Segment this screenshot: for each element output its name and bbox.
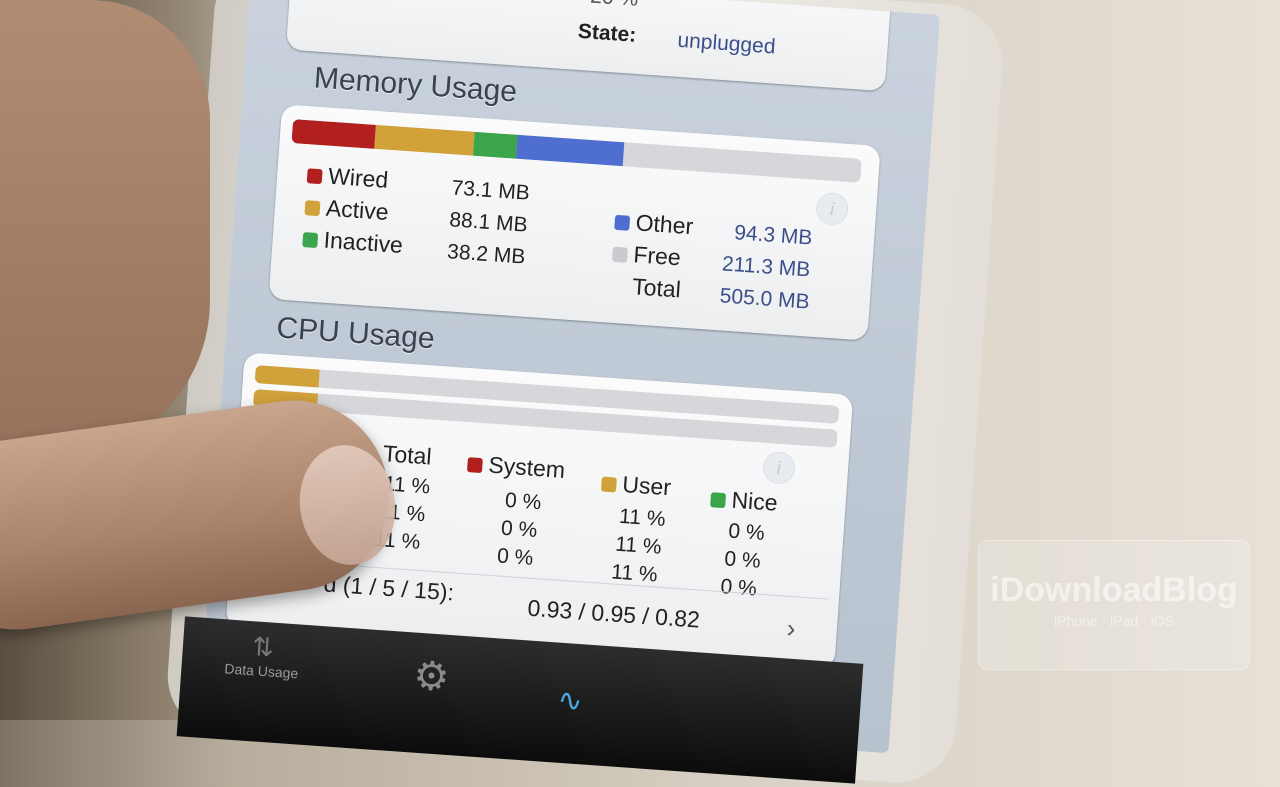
legend-other: Other	[614, 208, 694, 240]
other-value: 94.3 MB	[733, 221, 814, 250]
system-swatch	[466, 457, 483, 474]
memory-panel: i Wired Active Inactive 73.1 MB 88.1 MB …	[268, 104, 881, 341]
free-value: 211.3 MB	[721, 252, 811, 282]
legend-other-label: Other	[634, 209, 695, 240]
cpu-header-system-label: System	[487, 451, 566, 483]
cpu-title: CPU Usage	[275, 311, 436, 356]
inactive-swatch	[302, 232, 319, 249]
watermark-brand: iDownloadBlog	[990, 571, 1238, 609]
activity-icon: ∿	[556, 683, 584, 719]
cpu-row2-system: 0 %	[500, 516, 539, 543]
memory-title: Memory Usage	[312, 61, 519, 109]
nice-swatch	[710, 492, 727, 509]
cpu-row1-system: 0 %	[504, 488, 542, 515]
memory-segment-other	[516, 134, 625, 167]
legend-wired-label: Wired	[327, 162, 390, 193]
cpu-row2-nice: 0 %	[723, 547, 762, 573]
memory-segment-inactive	[472, 131, 518, 159]
active-swatch	[304, 200, 321, 217]
cpu-header-user-label: User	[621, 470, 672, 501]
battery-state-value: unplugged	[676, 28, 777, 59]
inactive-value: 38.2 MB	[446, 240, 527, 269]
wired-value: 73.1 MB	[450, 176, 531, 205]
watermark-tagline: iPhone · iPad · iOS	[1054, 613, 1174, 629]
legend-active: Active	[304, 193, 389, 226]
free-swatch	[611, 246, 628, 263]
tab-activity[interactable]: ∿	[529, 681, 611, 721]
cpu-header-nice: Nice	[710, 485, 779, 517]
tab-data-usage[interactable]: ⇅ Data Usage	[201, 628, 324, 683]
load-average-value: 0.93 / 0.95 / 0.82	[526, 594, 701, 633]
cpu-row2-user: 11 %	[614, 532, 663, 559]
cpu-row1-nice: 0 %	[727, 519, 766, 545]
legend-total: Total	[631, 273, 682, 303]
user-swatch	[600, 476, 617, 493]
legend-inactive: Inactive	[302, 225, 404, 259]
memory-segment-wired	[291, 119, 376, 149]
tab-settings[interactable]: ⚙	[390, 651, 473, 702]
gear-icon: ⚙	[411, 653, 451, 700]
watermark: iDownloadBlog iPhone · iPad · iOS	[978, 540, 1250, 670]
hand	[0, 0, 210, 460]
battery-state-label: State:	[577, 19, 637, 47]
legend-free: Free	[611, 240, 682, 272]
cpu-info-icon[interactable]: i	[761, 450, 797, 485]
wired-swatch	[306, 168, 323, 185]
battery-level: 20 %	[590, 0, 639, 12]
cpu-header-total: Total	[382, 440, 433, 470]
legend-wired: Wired	[306, 161, 389, 194]
other-swatch	[614, 214, 631, 231]
legend-inactive-label: Inactive	[322, 226, 404, 259]
active-value: 88.1 MB	[448, 208, 529, 237]
cpu-bar-1-user	[254, 365, 321, 388]
cpu-header-nice-label: Nice	[730, 486, 779, 516]
legend-free-label: Free	[632, 241, 682, 271]
cpu-row1-user: 11 %	[618, 504, 667, 532]
memory-info-icon[interactable]: i	[815, 191, 850, 226]
total-value: 505.0 MB	[719, 284, 811, 314]
cpu-header-system: System	[466, 450, 566, 484]
legend-active-label: Active	[325, 194, 390, 225]
cpu-header-user: User	[600, 470, 672, 502]
cpu-row3-nice: 0 %	[719, 575, 758, 601]
memory-segment-active	[373, 124, 475, 156]
disclosure-chevron-icon[interactable]: ›	[786, 613, 797, 645]
cpu-row3-system: 0 %	[496, 544, 535, 570]
